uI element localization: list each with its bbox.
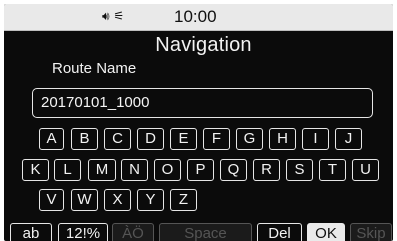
symbols-button[interactable]: 12!% bbox=[58, 223, 108, 241]
key-h[interactable]: H bbox=[269, 128, 296, 150]
display-panel: 🔊︎ ⚟ 10:00 Navigation Route Name 2017010… bbox=[4, 4, 393, 241]
delete-button[interactable]: Del bbox=[257, 223, 302, 241]
key-d[interactable]: D bbox=[137, 128, 164, 150]
accents-button[interactable]: ÀÖ bbox=[112, 223, 154, 241]
page-title: Navigation bbox=[155, 34, 252, 56]
status-bar: 🔊︎ ⚟ 10:00 bbox=[4, 4, 393, 31]
key-f[interactable]: F bbox=[203, 128, 230, 150]
key-x[interactable]: X bbox=[104, 189, 131, 211]
key-z[interactable]: Z bbox=[170, 189, 197, 211]
key-m[interactable]: M bbox=[88, 159, 116, 181]
key-g[interactable]: G bbox=[236, 128, 263, 150]
speaker-icon: 🔊︎ ⚟ bbox=[102, 9, 125, 23]
key-i[interactable]: I bbox=[302, 128, 329, 150]
key-v[interactable]: V bbox=[39, 189, 64, 211]
key-k[interactable]: K bbox=[22, 159, 49, 181]
space-button[interactable]: Space bbox=[159, 223, 252, 241]
key-y[interactable]: Y bbox=[137, 189, 164, 211]
key-q[interactable]: Q bbox=[220, 159, 247, 181]
key-u[interactable]: U bbox=[352, 159, 379, 181]
key-n[interactable]: N bbox=[121, 159, 148, 181]
clock: 10:00 bbox=[174, 7, 217, 26]
route-name-input[interactable]: 20170101_1000 bbox=[32, 88, 373, 118]
key-o[interactable]: O bbox=[154, 159, 181, 181]
key-c[interactable]: C bbox=[104, 128, 131, 150]
key-s[interactable]: S bbox=[286, 159, 313, 181]
key-w[interactable]: W bbox=[71, 189, 98, 211]
skip-button[interactable]: Skip bbox=[350, 223, 392, 241]
key-b[interactable]: B bbox=[71, 128, 98, 150]
key-l[interactable]: L bbox=[54, 159, 81, 181]
lowercase-button[interactable]: ab bbox=[10, 223, 52, 241]
screen: 🔊︎ ⚟ 10:00 Navigation Route Name 2017010… bbox=[0, 0, 397, 241]
key-e[interactable]: E bbox=[170, 128, 197, 150]
key-r[interactable]: R bbox=[253, 159, 280, 181]
key-p[interactable]: P bbox=[187, 159, 214, 181]
field-label: Route Name bbox=[52, 60, 137, 77]
key-j[interactable]: J bbox=[335, 128, 362, 150]
ok-button[interactable]: OK bbox=[307, 223, 345, 241]
key-t[interactable]: T bbox=[319, 159, 346, 181]
key-a[interactable]: A bbox=[39, 128, 64, 150]
